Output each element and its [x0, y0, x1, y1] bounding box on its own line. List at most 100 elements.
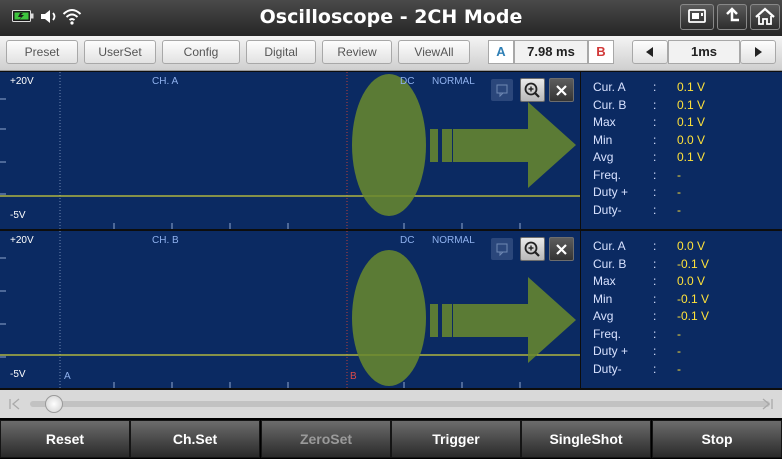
timebase-decrease-button[interactable]	[632, 40, 668, 64]
channel-b-mode: NORMAL	[432, 235, 475, 246]
triangle-left-icon	[646, 47, 653, 57]
scroll-start-icon[interactable]	[9, 398, 20, 410]
channel-b-zoom-button[interactable]	[520, 237, 545, 261]
readout-value: -0.1 V	[677, 291, 710, 306]
channel-b-overlay	[352, 250, 576, 386]
timebase-increase-button[interactable]	[740, 40, 776, 64]
cursor-a-marker[interactable]: A	[64, 371, 71, 382]
readout-value: -	[677, 326, 681, 341]
readout-label: Min	[593, 291, 613, 306]
readout-label: Duty +	[593, 344, 629, 358]
cursor-b-button[interactable]: B	[588, 40, 614, 64]
channel-a-readout-row: Cur. A: 0.1 V	[593, 80, 778, 94]
stop-button[interactable]: Stop	[652, 420, 782, 458]
readout-value: -0.1 V	[677, 256, 710, 271]
channel-a-name: CH. A	[152, 76, 179, 87]
channel-b-readout-row: Avg: -0.1 V	[593, 309, 778, 323]
zeroset-button[interactable]: ZeroSet	[261, 420, 391, 458]
readout-separator: :	[653, 326, 657, 341]
window-title: Oscilloscope - 2CH Mode	[259, 6, 523, 28]
readout-value: 0.1 V	[677, 97, 706, 112]
time-scrollbar[interactable]	[0, 390, 782, 418]
channel-b-readout-row: Max: 0.0 V	[593, 274, 778, 288]
screenshot-icon	[688, 9, 706, 23]
channel-a-close-button[interactable]	[549, 78, 574, 102]
channel-a-coupling: DC	[400, 76, 415, 87]
readout-separator: :	[653, 132, 657, 147]
channel-a-readout-row: Freq.: -	[593, 168, 778, 182]
note-icon	[496, 243, 508, 257]
readout-separator: :	[653, 202, 657, 217]
channel-a-zoom-button[interactable]	[520, 78, 545, 102]
cursor-b-marker[interactable]: B	[350, 371, 357, 382]
channel-a-plot[interactable]: +20V -5V CH. A DC NORMAL	[0, 72, 580, 229]
readout-separator: :	[653, 361, 657, 376]
channel-b-note-button[interactable]	[491, 238, 513, 260]
channel-b-coupling: DC	[400, 235, 415, 246]
digital-button[interactable]: Digital	[246, 40, 316, 64]
upload-button[interactable]	[717, 4, 747, 30]
cursor-delta-readout: 7.98 ms	[514, 40, 588, 64]
readout-value: -0.1 V	[677, 309, 710, 323]
channel-a-readout-row: Duty-: -	[593, 203, 778, 217]
channel-b-close-button[interactable]	[549, 237, 574, 261]
ch-set-button[interactable]: Ch.Set	[130, 420, 260, 458]
readout-separator: :	[653, 185, 657, 199]
readout-label: Cur. B	[593, 97, 627, 112]
channel-b-readout-row: Cur. B: -0.1 V	[593, 257, 778, 271]
review-button[interactable]: Review	[322, 40, 392, 64]
readout-value: -	[677, 361, 681, 376]
channel-b-readout-row: Duty-: -	[593, 362, 778, 376]
readout-separator: :	[653, 309, 657, 323]
readout-value: 0.0 V	[677, 239, 706, 253]
channel-b-bottom-scale: -5V	[10, 369, 26, 380]
readout-label: Min	[593, 132, 613, 147]
close-icon	[556, 85, 567, 96]
readout-label: Avg	[593, 150, 614, 164]
channel-a-note-button[interactable]	[491, 79, 513, 101]
scroll-thumb[interactable]	[45, 395, 63, 413]
readout-separator: :	[653, 150, 657, 164]
zoom-in-icon	[524, 241, 540, 257]
channel-b-readout-row: Cur. A: 0.0 V	[593, 239, 778, 253]
readout-value: 0.1 V	[677, 80, 706, 94]
channel-b-plot[interactable]: +20V -5V CH. B DC NORMAL A B	[0, 231, 580, 388]
readout-label: Cur. A	[593, 239, 626, 253]
bottom-bar: Reset Ch.Set ZeroSet Trigger SingleShot Stop	[0, 418, 782, 459]
readout-label: Cur. A	[593, 80, 626, 94]
channel-b-name: CH. B	[152, 235, 179, 246]
readout-value: -	[677, 167, 681, 182]
readout-label: Freq.	[593, 326, 622, 341]
readout-separator: :	[653, 97, 657, 112]
toolbar: Preset UserSet Config Digital Review Vie…	[0, 36, 782, 71]
timebase-value: 1ms	[668, 40, 740, 64]
screenshot-button[interactable]	[680, 4, 714, 30]
cursor-a-button[interactable]: A	[488, 40, 514, 64]
trigger-button[interactable]: Trigger	[391, 420, 521, 458]
singleshot-button[interactable]: SingleShot	[521, 420, 651, 458]
readout-separator: :	[653, 80, 657, 94]
channel-a-readout-row: Cur. B: 0.1 V	[593, 98, 778, 112]
reset-button[interactable]: Reset	[0, 420, 130, 458]
preset-button[interactable]: Preset	[6, 40, 78, 64]
readout-label: Duty-	[593, 202, 622, 217]
userset-button[interactable]: UserSet	[84, 40, 156, 64]
zoom-in-icon	[524, 82, 540, 98]
channel-b-readout-row: Freq.: -	[593, 327, 778, 341]
channel-b-readout-row: Duty +: -	[593, 344, 778, 358]
readout-separator: :	[653, 239, 657, 253]
channel-a-readout-row: Min: 0.0 V	[593, 133, 778, 147]
config-button[interactable]: Config	[162, 40, 240, 64]
viewall-button[interactable]: ViewAll	[398, 40, 470, 64]
close-icon	[556, 244, 567, 255]
channel-b-readout-panel: Cur. A: 0.0 V Cur. B: -0.1 V Max: 0.0 V Min: -0…	[581, 231, 782, 388]
readout-label: Avg	[593, 309, 614, 323]
channel-b-readout-row: Min: -0.1 V	[593, 292, 778, 306]
readout-value: 0.1 V	[677, 150, 706, 164]
readout-value: -	[677, 185, 681, 199]
home-button[interactable]	[750, 4, 780, 30]
readout-label: Duty +	[593, 185, 629, 199]
readout-label: Freq.	[593, 167, 622, 182]
channel-a-readout-panel: Cur. A: 0.1 V Cur. B: 0.1 V Max: 0.1 V Min: 0.0…	[581, 72, 782, 229]
channel-a-readout-row: Duty +: -	[593, 185, 778, 199]
